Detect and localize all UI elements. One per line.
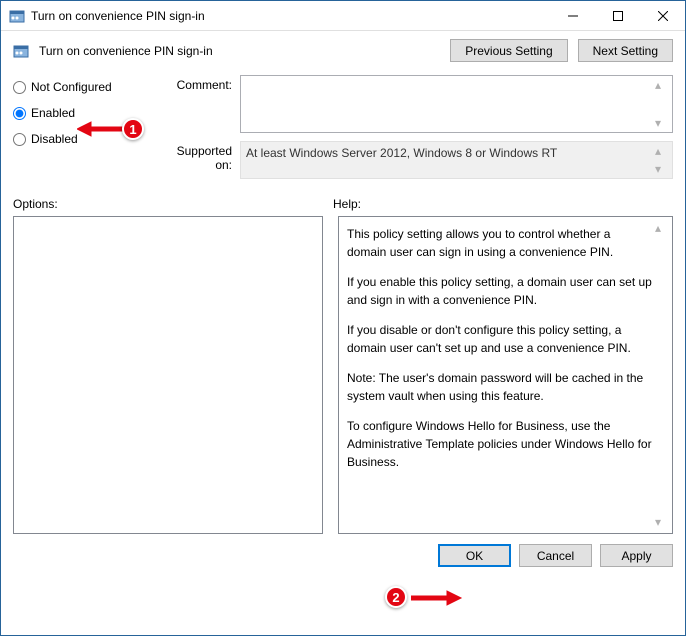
state-radios: Not Configured Enabled Disabled <box>13 75 148 187</box>
radio-label: Enabled <box>31 106 75 120</box>
window-controls <box>550 1 685 30</box>
radio-disabled-input[interactable] <box>13 133 26 146</box>
help-text: Note: The user's domain password will be… <box>347 369 652 405</box>
radio-disabled[interactable]: Disabled <box>13 132 148 146</box>
header-row: Turn on convenience PIN sign-in Previous… <box>1 31 685 70</box>
radio-not-configured-input[interactable] <box>13 81 26 94</box>
supported-on-box: At least Windows Server 2012, Windows 8 … <box>240 141 673 179</box>
comment-textarea[interactable]: ▴▾ <box>240 75 673 133</box>
policy-title: Turn on convenience PIN sign-in <box>39 44 440 58</box>
titlebar: Turn on convenience PIN sign-in <box>1 1 685 31</box>
fields-column: Comment: ▴▾ Supported on: At least Windo… <box>158 75 673 187</box>
help-panel: This policy setting allows you to contro… <box>338 216 673 534</box>
help-label: Help: <box>333 197 673 211</box>
options-panel <box>13 216 323 534</box>
help-text: If you disable or don't configure this p… <box>347 321 652 357</box>
window-title: Turn on convenience PIN sign-in <box>31 9 550 23</box>
apply-button[interactable]: Apply <box>600 544 673 567</box>
radio-not-configured[interactable]: Not Configured <box>13 80 148 94</box>
maximize-button[interactable] <box>595 1 640 30</box>
radio-label: Not Configured <box>31 80 112 94</box>
config-section: Not Configured Enabled Disabled Comment:… <box>1 70 685 197</box>
next-setting-button[interactable]: Next Setting <box>578 39 673 62</box>
panels-row: This policy setting allows you to contro… <box>1 216 685 534</box>
annotation-badge-2: 2 <box>385 586 407 608</box>
dialog-buttons: OK Cancel Apply <box>1 534 685 577</box>
scrollbar[interactable]: ▴▾ <box>655 78 670 130</box>
radio-enabled[interactable]: Enabled <box>13 106 148 120</box>
options-label: Options: <box>13 197 333 211</box>
scrollbar[interactable]: ▴▾ <box>655 144 670 176</box>
radio-enabled-input[interactable] <box>13 107 26 120</box>
radio-label: Disabled <box>31 132 78 146</box>
close-button[interactable] <box>640 1 685 30</box>
cancel-button[interactable]: Cancel <box>519 544 592 567</box>
help-text: To configure Windows Hello for Business,… <box>347 417 652 471</box>
scrollbar[interactable]: ▴▾ <box>655 219 670 531</box>
comment-row: Comment: ▴▾ <box>158 75 673 133</box>
ok-button[interactable]: OK <box>438 544 511 567</box>
supported-row: Supported on: At least Windows Server 20… <box>158 141 673 179</box>
supported-on-text: At least Windows Server 2012, Windows 8 … <box>246 146 557 160</box>
comment-label: Comment: <box>158 75 240 133</box>
supported-label: Supported on: <box>158 141 240 179</box>
annotation-arrow-2 <box>403 586 463 613</box>
previous-setting-button[interactable]: Previous Setting <box>450 39 567 62</box>
panel-labels: Options: Help: <box>1 197 685 216</box>
help-text: This policy setting allows you to contro… <box>347 225 652 261</box>
policy-icon <box>13 43 29 59</box>
help-text: If you enable this policy setting, a dom… <box>347 273 652 309</box>
minimize-button[interactable] <box>550 1 595 30</box>
window-icon <box>9 8 25 24</box>
